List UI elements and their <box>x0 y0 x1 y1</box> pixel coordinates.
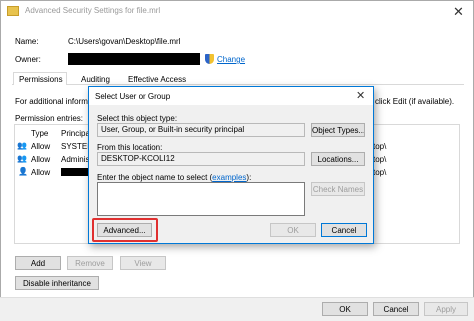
object-type-label: Select this object type: <box>97 114 178 123</box>
permission-entries-label: Permission entries: <box>15 114 84 123</box>
shield-icon <box>205 54 214 64</box>
apply-button[interactable]: Apply <box>424 302 468 316</box>
window-title: Advanced Security Settings for file.mrl <box>25 6 161 15</box>
info-text-right: click Edit (if available). <box>375 97 455 106</box>
object-type-field: User, Group, or Built-in security princi… <box>97 123 305 137</box>
cancel-button[interactable]: Cancel <box>373 302 419 316</box>
name-value: C:\Users\govan\Desktop\file.mrl <box>68 37 181 46</box>
object-types-button[interactable]: Object Types... <box>311 123 365 137</box>
tab-auditing[interactable]: Auditing <box>73 73 121 85</box>
ok-button[interactable]: OK <box>322 302 368 316</box>
check-names-button[interactable]: Check Names <box>311 182 365 196</box>
window-title-bar: Advanced Security Settings for file.mrl … <box>1 1 473 23</box>
add-button[interactable]: Add <box>15 256 61 270</box>
enter-object-name-label: Enter the object name to select (example… <box>97 173 252 182</box>
name-label: Name: <box>15 37 39 46</box>
dialog-title-bar: Select User or Group ✕ <box>89 87 373 105</box>
disable-inheritance-button[interactable]: Disable inheritance <box>15 276 99 290</box>
dialog-ok-button[interactable]: OK <box>270 223 316 237</box>
owner-value-redacted <box>68 53 200 65</box>
dialog-cancel-button[interactable]: Cancel <box>321 223 367 237</box>
info-text-left: For additional informat <box>15 97 95 106</box>
dialog-title: Select User or Group <box>95 92 171 101</box>
examples-link[interactable]: examples <box>212 173 246 182</box>
object-name-input[interactable] <box>97 182 305 216</box>
user-icon: 👤 <box>18 167 28 176</box>
users-icon: 👥 <box>17 141 27 150</box>
location-field: DESKTOP-KCOLI12 <box>97 152 305 166</box>
dialog-close-icon[interactable]: ✕ <box>356 89 365 102</box>
tab-effective-access[interactable]: Effective Access <box>123 73 191 85</box>
tab-permissions[interactable]: Permissions <box>13 72 67 85</box>
users-icon: 👥 <box>17 154 27 163</box>
remove-button[interactable]: Remove <box>67 256 113 270</box>
location-label: From this location: <box>97 143 163 152</box>
close-icon[interactable]: ✕ <box>453 4 464 20</box>
change-owner-link[interactable]: Change <box>217 55 245 64</box>
view-button[interactable]: View <box>120 256 166 270</box>
folder-icon <box>7 6 19 16</box>
select-user-dialog: Select User or Group ✕ Select this objec… <box>88 86 374 244</box>
locations-button[interactable]: Locations... <box>311 152 365 166</box>
advanced-highlight-box <box>92 218 158 242</box>
owner-label: Owner: <box>15 55 41 64</box>
column-type[interactable]: Type <box>31 129 48 138</box>
